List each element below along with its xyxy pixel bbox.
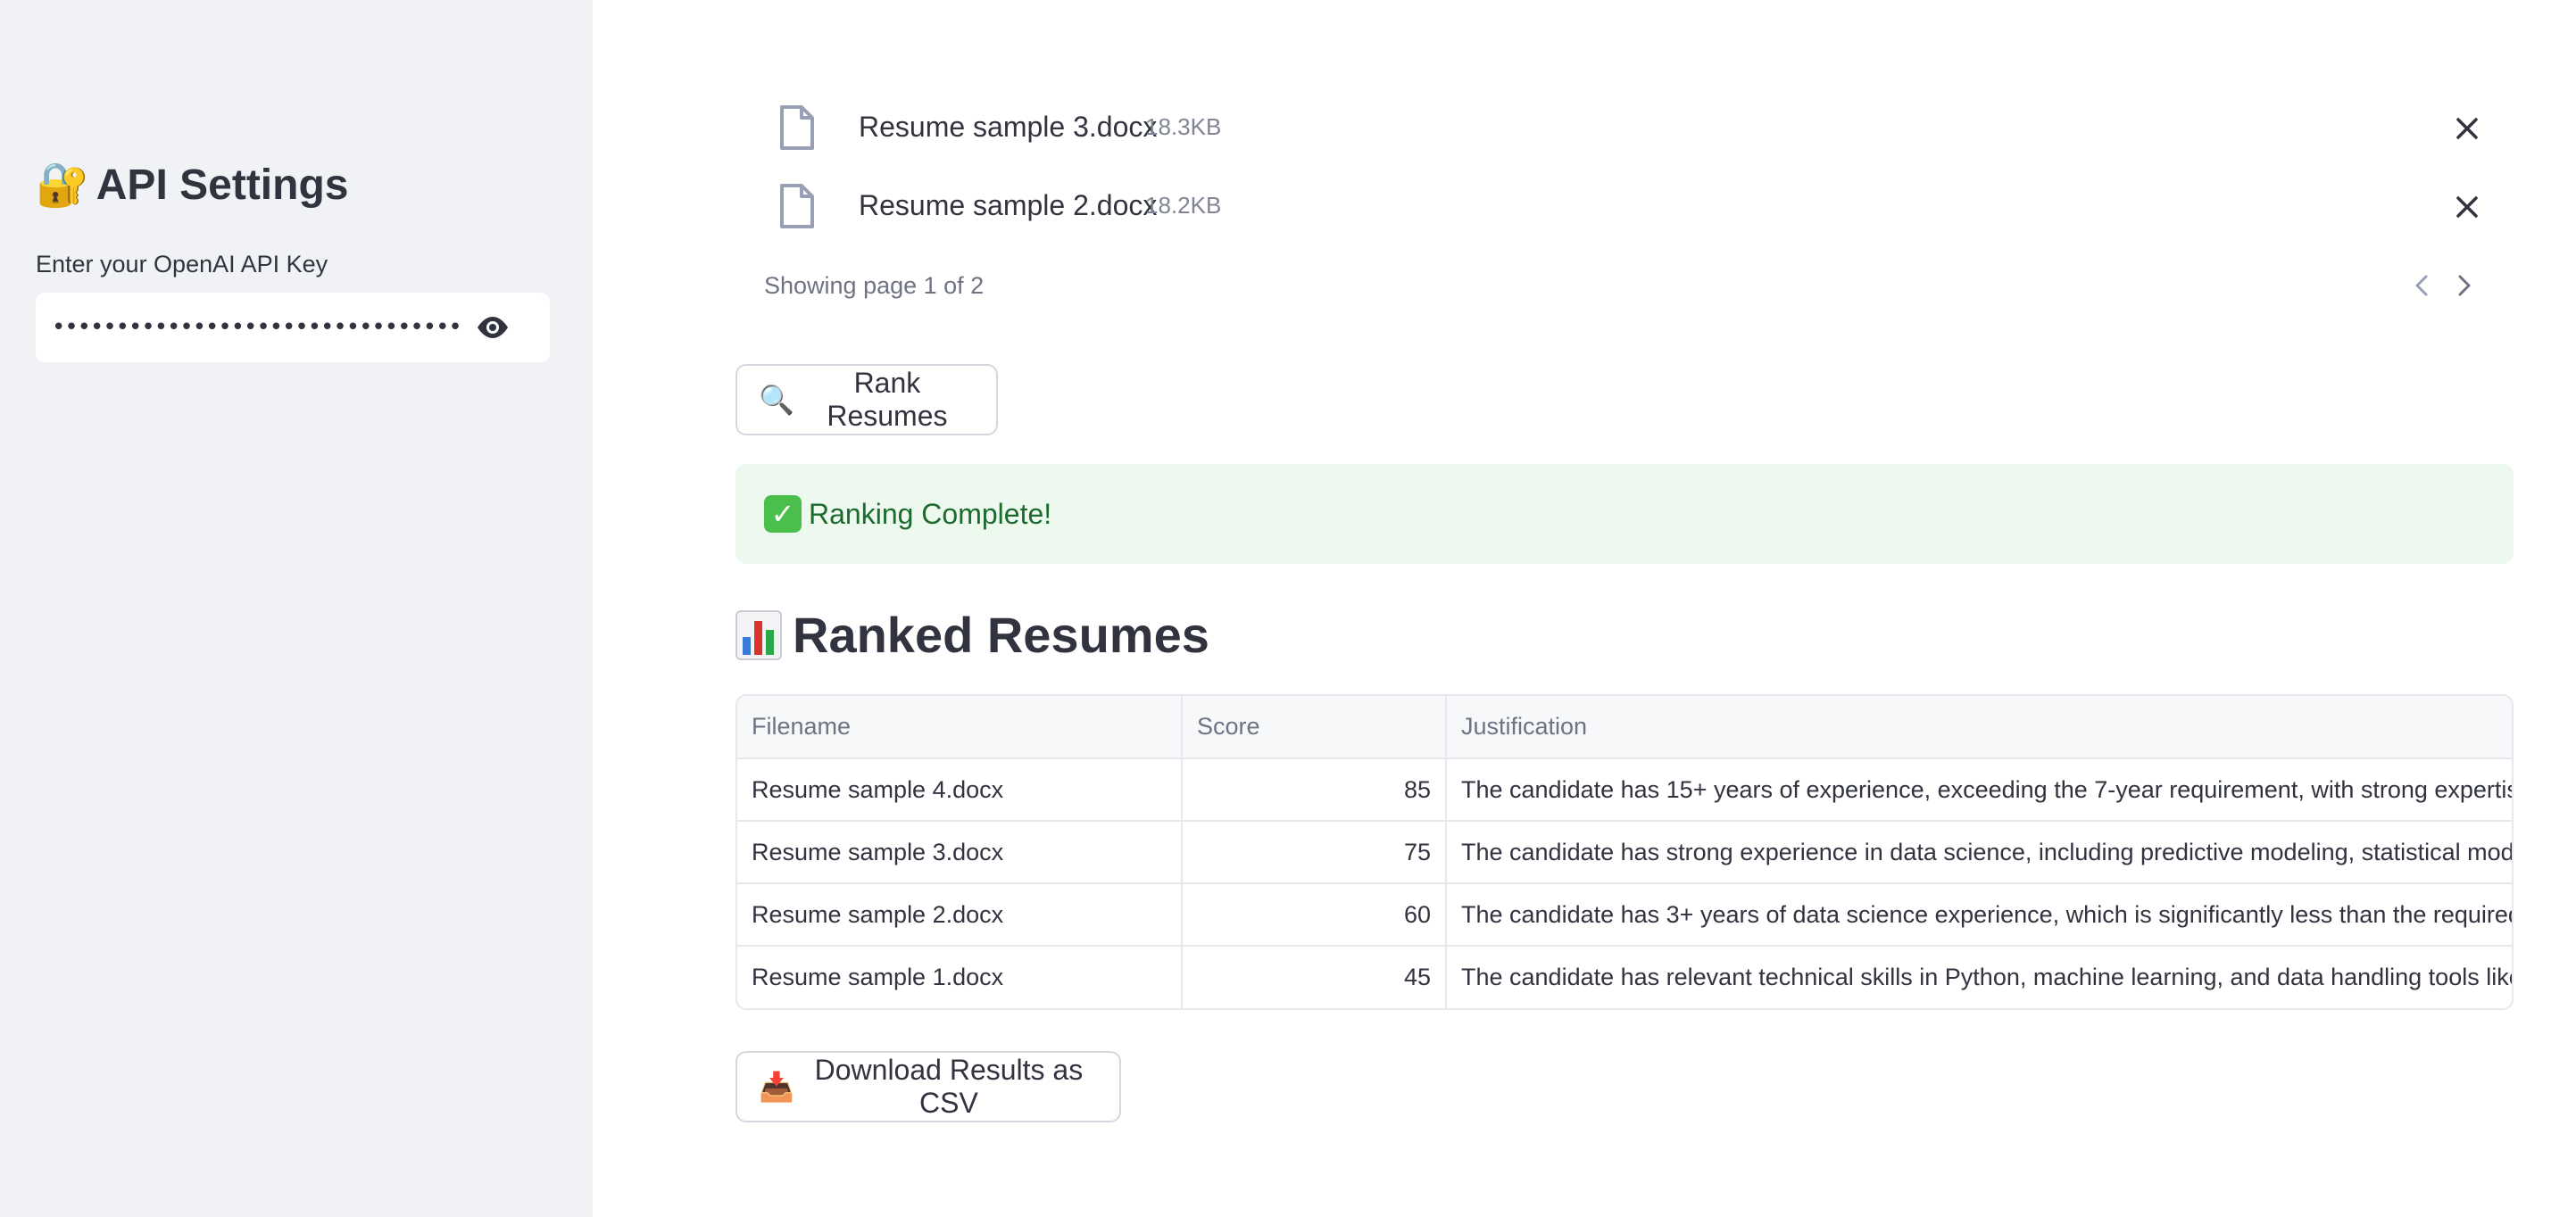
column-header-filename[interactable]: Filename [737,696,1183,759]
justification-cell[interactable]: The candidate has relevant technical ski… [1446,946,2512,1008]
download-csv-button[interactable]: 📥 Download Results as CSV [735,1051,1121,1122]
table-header-row: Filename Score Justification [737,696,2512,759]
score-cell[interactable]: 85 [1182,758,1447,822]
justification-cell[interactable]: The candidate has 15+ years of experienc… [1446,758,2512,822]
table-row: Resume sample 2.docx 60 The candidate ha… [737,883,2512,947]
column-header-justification[interactable]: Justification [1446,696,2512,759]
file-size: 18.2KB [1145,192,1222,219]
results-heading-text: Ranked Resumes [793,607,1209,663]
rank-resumes-label: Rank Resumes [827,367,948,432]
filename-cell[interactable]: Resume sample 2.docx [737,883,1183,947]
file-name: Resume sample 3.docx [859,111,1158,143]
table-row: Resume sample 1.docx 45 The candidate ha… [737,946,2512,1008]
table-row: Resume sample 4.docx 85 The candidate ha… [737,758,2512,822]
check-mark-icon: ✓ [764,495,802,533]
chevron-right-icon[interactable] [2453,271,2476,300]
score-cell[interactable]: 75 [1182,821,1447,884]
api-key-input[interactable] [52,301,462,354]
justification-cell[interactable]: The candidate has 3+ years of data scien… [1446,883,2512,947]
success-alert: ✓ Ranking Complete! [735,464,2514,564]
remove-file-icon[interactable] [2451,191,2483,223]
rank-resumes-button[interactable]: 🔍 Rank Resumes [735,364,998,435]
sidebar: 🔐 API Settings Enter your OpenAI API Key [0,0,593,1217]
filename-cell[interactable]: Resume sample 4.docx [737,758,1183,822]
score-cell[interactable]: 45 [1182,946,1447,1008]
lock-key-icon: 🔐 [36,161,89,209]
download-csv-label: Download Results as CSV [814,1054,1084,1119]
results-heading: Ranked Resumes [735,603,1209,667]
file-icon [780,184,814,228]
column-header-score[interactable]: Score [1182,696,1447,759]
api-key-label: Enter your OpenAI API Key [36,251,328,277]
api-key-field[interactable] [36,293,550,362]
results-table[interactable]: Filename Score Justification Resume samp… [735,694,2514,1010]
score-cell[interactable]: 60 [1182,883,1447,947]
magnifier-icon: 🔍 [759,384,794,416]
table-row: Resume sample 3.docx 75 The candidate ha… [737,821,2512,884]
justification-cell[interactable]: The candidate has strong experience in d… [1446,821,2512,884]
file-icon [780,105,814,150]
chevron-left-icon[interactable] [2410,271,2433,300]
filename-cell[interactable]: Resume sample 1.docx [737,946,1183,1008]
sidebar-title: 🔐 API Settings [36,157,348,214]
filename-cell[interactable]: Resume sample 3.docx [737,821,1183,884]
sidebar-title-text: API Settings [96,161,349,209]
remove-file-icon[interactable] [2451,112,2483,145]
file-size: 18.3KB [1145,113,1222,140]
file-name: Resume sample 2.docx [859,189,1158,221]
bar-chart-icon [735,610,782,660]
inbox-tray-icon: 📥 [759,1071,794,1103]
pagination-status: Showing page 1 of 2 [764,272,985,299]
eye-icon[interactable] [475,314,511,341]
success-message: Ranking Complete! [809,497,1052,530]
